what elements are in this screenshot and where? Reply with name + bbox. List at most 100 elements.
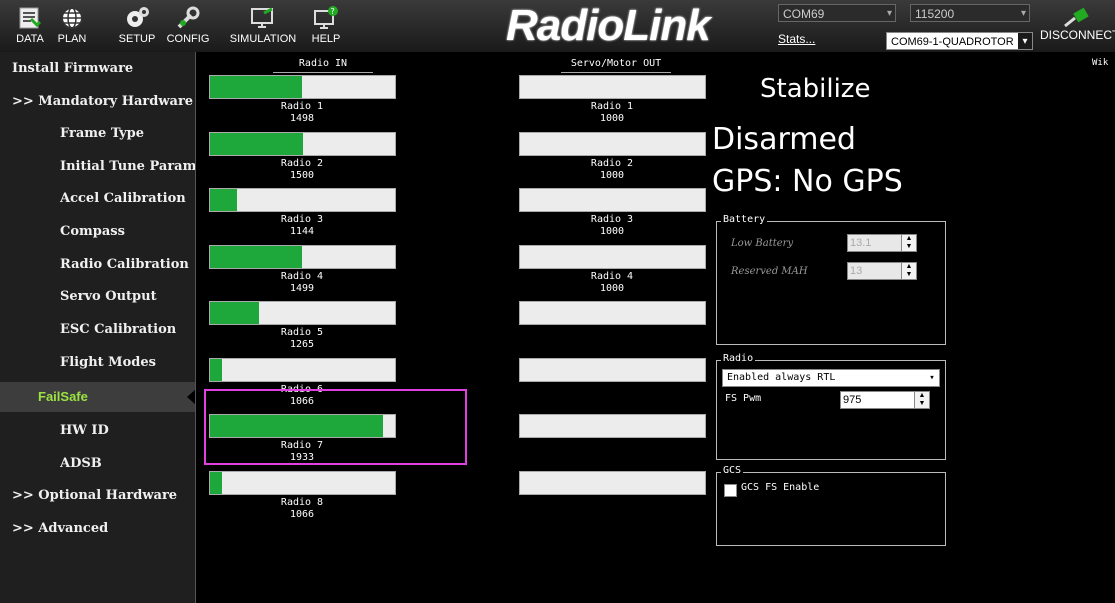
sidebar-item-compass[interactable]: Compass [60,217,195,247]
baud-select-value: 115200 [915,7,955,21]
servo-out-channel-label-4: Radio 4 1000 [562,271,662,295]
low-battery-value: 13.1 [850,237,872,249]
reserved-mah-label: Reserved MAH [731,266,808,277]
sidebar-item-label: ESC Calibration [60,322,177,337]
sidebar-item-radio-calibration[interactable]: Radio Calibration [60,250,195,280]
radio-failsafe-group: Radio Enabled always RTL ▾ FS Pwm 975 ▲ ▼ [716,353,946,460]
sidebar-item-label: Radio Calibration [60,257,189,272]
wiki-link[interactable]: Wik [1092,58,1108,68]
low-battery-input[interactable]: 13.1 ▲ ▼ [847,234,917,252]
gcs-fs-enable-checkbox[interactable] [724,484,737,497]
help-monitor-icon: ? [314,6,338,29]
servo-out-bar-6 [519,358,706,382]
stats-link[interactable]: Stats... [778,32,815,46]
sidebar-item-esc-calibration[interactable]: ESC Calibration [60,315,195,345]
vehicle-select[interactable]: COM69-1-QUADROTOR ▾ [886,32,1033,50]
nav-simulation-label: SIMULATION [229,33,297,45]
radio-in-channel-name: Radio 4 [280,271,324,282]
nav-data-button[interactable]: DATA [8,2,52,50]
servo-out-channel-label-1: Radio 1 1000 [562,101,662,125]
fs-pwm-input[interactable]: 975 ▲ ▼ [840,391,930,409]
nav-data-label: DATA [16,33,44,45]
chevron-down-icon: ▾ [929,373,935,383]
radio-in-header: Radio IN [273,56,373,73]
radio-in-channel-name: Radio 2 [280,158,324,169]
monitor-icon [251,7,273,28]
radio-in-bar-fill-6 [210,359,223,381]
sidebar-item-hw-id[interactable]: HW ID [60,416,195,446]
sidebar-item-frame-type[interactable]: Frame Type [60,119,195,149]
servo-out-channel-label-3: Radio 3 1000 [562,214,662,238]
top-toolbar: DATA PLAN SETUP CONFIG SIMULATION ? HELP… [0,0,1115,52]
fs-pwm-label: FS Pwm [725,393,762,404]
sidebar-item-label: HW ID [60,423,109,438]
sidebar-item-advanced[interactable]: >> Advanced [12,514,207,544]
radio-in-bar-2 [209,132,396,156]
disconnect-button[interactable]: DISCONNECT [1040,2,1115,52]
port-select-value: COM69 [783,7,825,21]
failsafe-panel: Radio IN Servo/Motor OUT Radio 1 1498 Radi… [196,52,1115,603]
sidebar-item-servo-output[interactable]: Servo Output [60,282,195,312]
sidebar-item-label: Servo Output [60,289,157,304]
reserved-mah-input[interactable]: 13 ▲ ▼ [847,262,917,280]
nav-help-button[interactable]: ? HELP [304,2,348,50]
radio-in-bar-1 [209,75,396,99]
radio-in-bar-6 [209,358,396,382]
vehicle-select-value: COM69-1-QUADROTOR [891,36,1014,48]
radio-in-channel-value: 1500 [289,170,315,181]
radio-in-bar-fill-8 [210,472,223,494]
radio-7-highlight-box [204,389,467,465]
radio-in-bar-fill-1 [210,76,303,98]
sidebar-item-failsafe[interactable]: FailSafe [0,382,195,412]
radio-in-channel-name: Radio 8 [280,497,324,508]
spinner-arrows-icon[interactable]: ▲ ▼ [914,392,929,408]
sidebar-item-label: >> Advanced [12,521,109,536]
sidebar-item-adsb[interactable]: ADSB [60,449,195,479]
nav-simulation-button[interactable]: SIMULATION [226,2,300,50]
chevron-down-icon: ▾ [1018,33,1032,49]
radio-in-bar-8 [209,471,396,495]
radio-in-channel-value: 1066 [289,509,315,520]
port-select[interactable]: COM69 ▾ [778,4,896,22]
nav-help-label: HELP [311,33,341,45]
radio-in-channel-name: Radio 3 [280,214,324,225]
radio-in-channel-value: 1144 [289,226,315,237]
radio-in-channel-label-4: Radio 4 1499 [252,271,352,295]
radio-in-channel-label-5: Radio 5 1265 [252,327,352,351]
sidebar-item-label: Install Firmware [12,61,134,76]
spinner-arrows-icon[interactable]: ▲ ▼ [901,263,916,279]
sidebar-item-install-firmware[interactable]: Install Firmware [12,54,207,84]
radio-in-channel-value: 1498 [289,113,315,124]
flight-mode-label: Stabilize [760,74,871,104]
sidebar-item-mandatory-hardware[interactable]: >> Mandatory Hardware [12,87,207,117]
nav-setup-button[interactable]: SETUP [112,2,162,50]
nav-plan-button[interactable]: PLAN [50,2,94,50]
radio-failsafe-action-value: Enabled always RTL [727,372,836,383]
radio-failsafe-action-select[interactable]: Enabled always RTL ▾ [722,369,940,387]
chevron-down-icon: ▾ [886,8,892,19]
battery-group-title: Battery [721,214,768,225]
nav-config-button[interactable]: CONFIG [166,2,210,50]
sidebar-item-flight-modes[interactable]: Flight Modes [60,348,195,378]
globe-icon [61,7,83,29]
radio-in-channel-value: 1265 [289,339,315,350]
sidebar-item-accel-calibration[interactable]: Accel Calibration [60,184,195,214]
sidebar-item-initial-tune[interactable]: Initial Tune Parameters [60,152,195,182]
spinner-arrows-icon[interactable]: ▲ ▼ [901,235,916,251]
sidebar-item-optional-hardware[interactable]: >> Optional Hardware [12,481,207,511]
servo-out-channel-value: 1000 [599,170,625,181]
radio-in-bar-fill-3 [210,189,237,211]
data-icon [19,7,42,29]
radio-in-bar-3 [209,188,396,212]
servo-out-header: Servo/Motor OUT [561,56,671,73]
baud-select[interactable]: 115200 ▾ [910,4,1030,22]
sidebar-item-label: >> Mandatory Hardware [12,94,194,109]
servo-out-channel-name: Radio 4 [590,271,634,282]
servo-out-channel-name: Radio 2 [590,158,634,169]
radio-group-title: Radio [721,353,756,364]
radiolink-logo: RadioLink [506,4,768,48]
servo-out-channel-name: Radio 1 [590,101,634,112]
battery-group: Battery Low Battery 13.1 ▲ ▼ Reserved MAH… [716,214,946,345]
servo-out-bar-8 [519,471,706,495]
servo-out-channel-value: 1000 [599,283,625,294]
